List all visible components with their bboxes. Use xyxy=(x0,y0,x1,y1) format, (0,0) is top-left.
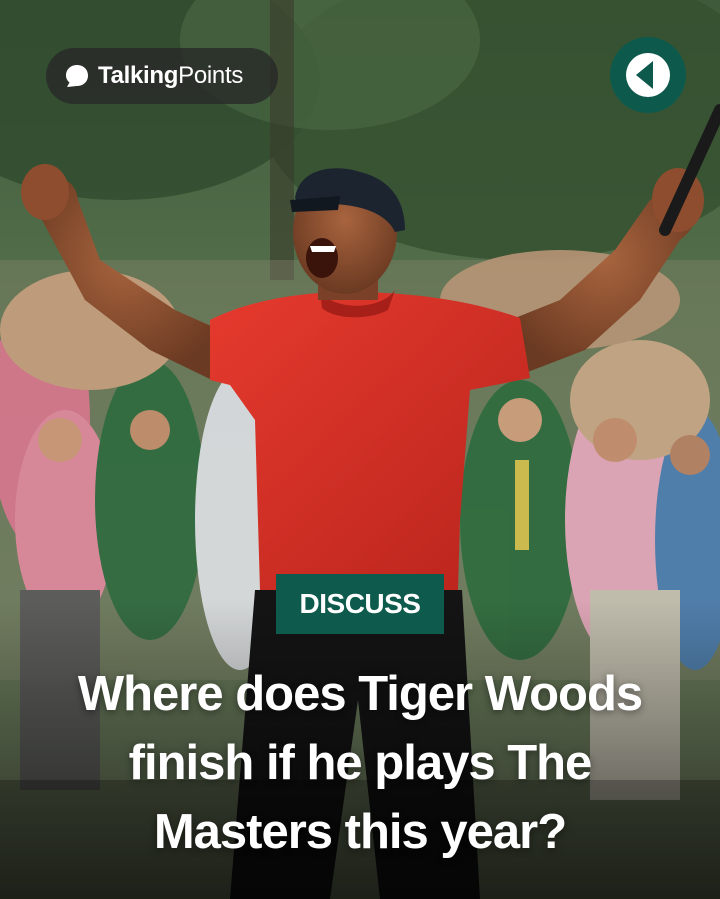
brand-name-part1: Talking xyxy=(98,62,179,89)
headline: Where does Tiger Woods finish if he play… xyxy=(10,660,710,867)
post-card: Talking Points DISCUSS Where does Tiger W… xyxy=(0,0,720,899)
talking-points-logo xyxy=(66,65,88,87)
talking-points-brand[interactable]: Talking Points xyxy=(46,48,278,104)
play-triangle-icon xyxy=(626,53,670,97)
brand-name-part2: Points xyxy=(178,62,244,89)
channel-badge[interactable] xyxy=(610,37,686,113)
headline-line-1: Where does Tiger Woods xyxy=(77,667,643,721)
discuss-tag: DISCUSS xyxy=(276,574,444,634)
headline-line-3: Masters this year? xyxy=(153,805,567,859)
headline-line-2: finish if he plays The xyxy=(128,736,593,790)
